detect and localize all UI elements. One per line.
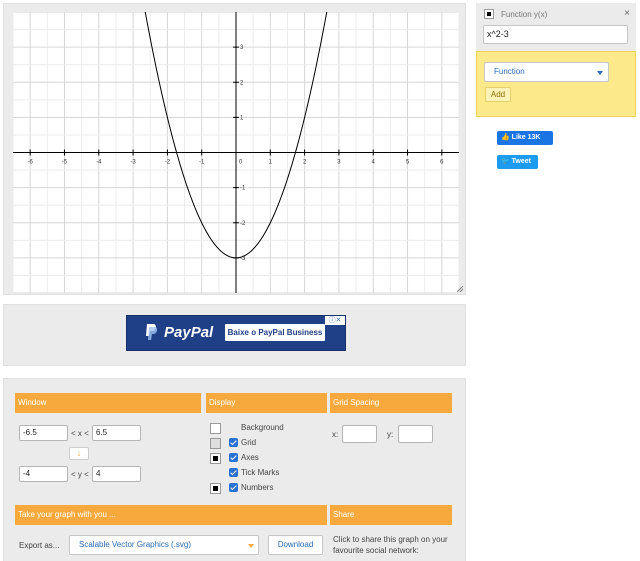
- graph-panel: -6 -5 -4 -3 -2 -1 0 1 2 3 4 5 6 3 2 1 -1 -2 -3: [3, 3, 466, 295]
- grid-x-input[interactable]: [342, 425, 377, 443]
- function-card: Function y(x) × x^2-3: [476, 3, 636, 51]
- swap-arrow-icon[interactable]: ↓: [69, 447, 89, 460]
- ymax-input[interactable]: 4: [92, 466, 141, 482]
- y-tick-label: -1: [240, 186, 246, 192]
- export-label: Export as...: [19, 541, 60, 550]
- share-header: Share: [330, 505, 452, 525]
- x-tick-label: 5: [406, 160, 410, 166]
- y-tick-label: 3: [240, 45, 244, 51]
- y-tick-label: 1: [240, 115, 244, 121]
- facebook-like-button[interactable]: 👍 Like 13K: [497, 131, 553, 145]
- paypal-brand-text: PayPal: [164, 324, 214, 341]
- chevron-down-icon: [597, 71, 603, 75]
- background-color-swatch[interactable]: [210, 423, 221, 434]
- tick-marks-checkbox[interactable]: [229, 468, 238, 477]
- add-button[interactable]: Add: [485, 87, 511, 102]
- x-tick-label: 0: [239, 160, 243, 166]
- close-icon[interactable]: ×: [624, 8, 630, 19]
- share-text: Click to share this graph on your favour…: [333, 535, 448, 555]
- function-title: Function y(x): [501, 10, 548, 19]
- y-tick-label: -2: [240, 221, 246, 227]
- paypal-logo-icon: [146, 324, 158, 340]
- option-grid-label: Grid: [241, 438, 257, 447]
- paypal-cta-button[interactable]: Baixe o PayPal Business: [225, 324, 325, 341]
- grid-spacing-header: Grid Spacing: [330, 393, 452, 413]
- y-tick-label: 2: [240, 80, 244, 86]
- window-header: Window: [15, 393, 201, 413]
- axes-checkbox[interactable]: [229, 453, 238, 462]
- function-expression-input[interactable]: x^2-3: [483, 25, 628, 44]
- settings-panel: Window Display Grid Spacing -6.5 < x < 6…: [3, 378, 466, 561]
- download-button[interactable]: Download: [268, 535, 323, 555]
- display-header: Display: [206, 393, 327, 413]
- like-count-label: Like 13K: [511, 134, 541, 141]
- x-tick-label: -2: [165, 160, 171, 166]
- grid-y-label: y:: [387, 430, 394, 439]
- function-type-value: Function: [494, 67, 525, 76]
- x-tick-label: -3: [130, 160, 136, 166]
- ad-choices-icon[interactable]: ⓘ✕: [325, 316, 345, 325]
- ymin-input[interactable]: -4: [19, 466, 68, 482]
- x-tick-label: -6: [27, 160, 33, 166]
- x-range-label: < x <: [71, 429, 89, 438]
- grid-x-label: x:: [332, 430, 339, 439]
- numbers-checkbox[interactable]: [229, 483, 238, 492]
- grid-y-input[interactable]: [398, 425, 433, 443]
- chevron-down-icon: [248, 544, 254, 548]
- x-tick-label: 3: [337, 160, 341, 166]
- export-header: Take your graph with you ...: [15, 505, 327, 525]
- export-format-value: Scalable Vector Graphics (.svg): [79, 540, 192, 549]
- x-tick-label: -1: [199, 160, 205, 166]
- function-color-swatch[interactable]: [484, 9, 494, 19]
- paypal-ad-banner[interactable]: PayPal Baixe o PayPal Business ⓘ✕: [126, 315, 346, 351]
- y-range-label: < y <: [71, 470, 89, 479]
- ad-panel: PayPal Baixe o PayPal Business ⓘ✕: [3, 304, 466, 366]
- x-tick-label: -5: [62, 160, 68, 166]
- x-tick-label: 6: [440, 160, 444, 166]
- axes-color-swatch[interactable]: [210, 453, 221, 464]
- add-function-card: Function Add: [476, 51, 636, 117]
- option-axes-label: Axes: [241, 453, 259, 462]
- resize-handle[interactable]: [457, 286, 463, 292]
- grid-checkbox[interactable]: [229, 438, 238, 447]
- option-numbers-label: Numbers: [241, 483, 274, 492]
- grid-color-swatch[interactable]: [210, 438, 221, 449]
- option-tick-marks-label: Tick Marks: [241, 468, 280, 477]
- export-format-select[interactable]: Scalable Vector Graphics (.svg): [69, 535, 259, 555]
- thumbs-up-icon: 👍: [501, 134, 510, 141]
- tweet-label: Tweet: [511, 158, 531, 165]
- x-tick-label: 4: [372, 160, 376, 166]
- twitter-bird-icon: 🐦: [501, 158, 510, 165]
- numbers-color-swatch[interactable]: [210, 483, 221, 494]
- x-tick-label: 1: [269, 160, 273, 166]
- xmin-input[interactable]: -6.5: [19, 425, 68, 441]
- option-background-label: Background: [241, 423, 284, 432]
- graph-canvas[interactable]: -6 -5 -4 -3 -2 -1 0 1 2 3 4 5 6321-1-2-3: [13, 12, 459, 293]
- x-tick-label: -4: [96, 160, 102, 166]
- function-type-select[interactable]: Function: [484, 62, 609, 82]
- tweet-button[interactable]: 🐦 Tweet: [497, 155, 538, 169]
- xmax-input[interactable]: 6.5: [92, 425, 141, 441]
- x-tick-label: 2: [303, 160, 307, 166]
